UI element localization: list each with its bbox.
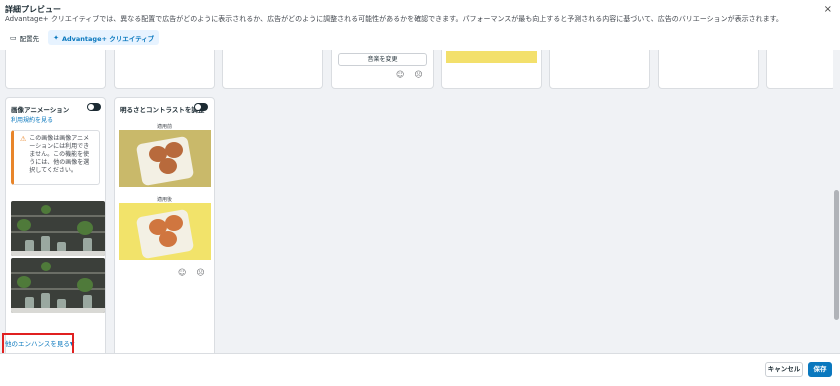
enhancement-card	[114, 50, 215, 89]
see-more-label: 他のエンハンスを見る	[5, 340, 70, 348]
brightness-contrast-card: 明るさとコントラストを調整 適用前 適用後 ☺ ☹	[114, 97, 215, 353]
tab-advantage-creative-label: Advantage+ クリエイティブ	[62, 34, 155, 43]
animation-preview-image	[11, 258, 105, 313]
feedback-icons: ☺ ☹	[396, 70, 423, 79]
enhancement-card	[5, 50, 106, 89]
scrollbar[interactable]	[833, 50, 840, 353]
dialog-footer: キャンセル 保存	[0, 353, 840, 386]
after-label: 適用後	[156, 197, 172, 203]
before-image	[119, 130, 211, 187]
cancel-button[interactable]: キャンセル	[765, 362, 803, 377]
sparkle-icon: ✦	[53, 33, 59, 42]
enhancements-area: 音楽を変更 ☺ ☹ 画像アニメーション 利用規約を見る ⚠ この画像は画像アニメ…	[0, 50, 840, 353]
image-animation-toggle[interactable]	[87, 103, 101, 111]
enhancement-card	[766, 50, 836, 89]
terms-link[interactable]: 利用規約を見る	[11, 115, 53, 124]
enhancement-card	[222, 50, 323, 89]
after-image	[119, 203, 211, 260]
placement-icon: ▭	[10, 33, 17, 42]
warning-box: ⚠ この画像は画像アニメーションには利用できません。この機能を使うには、他の画像…	[11, 130, 100, 185]
image-animation-title: 画像アニメーション	[11, 106, 70, 114]
preview-image	[446, 51, 537, 63]
see-more-enhancements-link[interactable]: 他のエンハンスを見る▼	[3, 339, 77, 350]
dialog-subtitle: Advantage+ クリエイティブでは、異なる配置で広告がどのように表示される…	[5, 15, 783, 23]
scrollbar-thumb[interactable]	[834, 190, 839, 320]
image-animation-card: 画像アニメーション 利用規約を見る ⚠ この画像は画像アニメーションには利用でき…	[5, 97, 106, 353]
enhancement-card	[658, 50, 759, 89]
brightness-contrast-title: 明るさとコントラストを調整	[120, 106, 205, 114]
change-music-button[interactable]: 音楽を変更	[338, 53, 427, 66]
tab-advantage-creative[interactable]: ✦ Advantage+ クリエイティブ	[48, 30, 160, 45]
warning-icon: ⚠	[20, 135, 27, 143]
before-label: 適用前	[156, 124, 172, 130]
music-card: 音楽を変更 ☺ ☹	[331, 50, 434, 89]
frown-icon[interactable]: ☹	[414, 70, 422, 79]
smile-icon[interactable]: ☺	[396, 70, 404, 79]
smile-icon[interactable]: ☺	[178, 268, 186, 277]
animation-preview-image	[11, 201, 105, 256]
tab-placement[interactable]: ▭ 配置先	[5, 30, 44, 45]
close-icon[interactable]: ×	[824, 4, 832, 15]
warning-text: この画像は画像アニメーションには利用できません。この機能を使うには、他の画像を選…	[29, 135, 90, 174]
frown-icon[interactable]: ☹	[196, 268, 204, 277]
tab-placement-label: 配置先	[19, 34, 40, 43]
preview-tabs: ▭ 配置先 ✦ Advantage+ クリエイティブ	[5, 30, 160, 45]
save-button[interactable]: 保存	[808, 362, 832, 377]
chevron-down-icon: ▼	[69, 341, 75, 348]
enhancement-card	[549, 50, 650, 89]
enhancement-card	[441, 50, 542, 89]
dialog-header: 詳細プレビュー Advantage+ クリエイティブでは、異なる配置で広告がどの…	[0, 0, 840, 50]
feedback-icons: ☺ ☹	[178, 268, 205, 277]
brightness-contrast-toggle[interactable]	[194, 103, 208, 111]
